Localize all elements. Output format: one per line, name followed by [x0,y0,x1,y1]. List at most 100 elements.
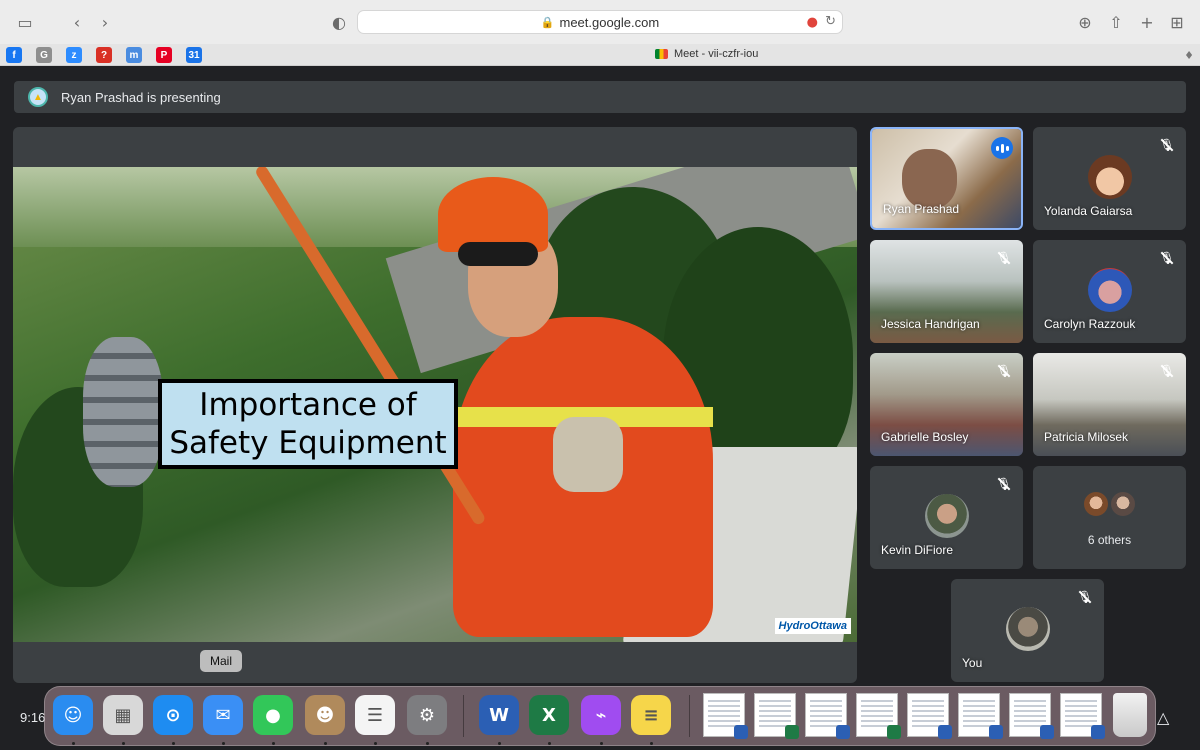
participant-name: Yolanda Gaiarsa [1044,204,1133,218]
mic-off-icon: 🎙 [996,364,1012,378]
slide-insulator [83,337,163,487]
messages-icon[interactable]: ● [253,695,293,735]
document-thumbnail[interactable] [856,693,901,739]
reminders-icon[interactable]: ☰ [355,695,395,735]
shapes-icon[interactable]: △ [1157,708,1169,727]
finder-icon[interactable]: ☺ [53,695,93,735]
notes-icon[interactable]: ≡ [631,695,671,735]
participant-tile-yolanda[interactable]: 🎙 Yolanda Gaiarsa [1033,127,1186,230]
participant-tile-others[interactable]: 6 others [1033,466,1186,569]
presenting-banner: ▲ Ryan Prashad is presenting [14,81,1186,113]
participant-avatar [924,494,969,538]
participant-avatar [1005,607,1050,651]
running-indicator [498,742,501,745]
participant-tile-you[interactable]: 🎙 You [951,579,1104,682]
running-indicator [548,742,551,745]
active-tab[interactable]: Meet - vii-czfr-iou [655,48,758,60]
running-indicator [650,742,653,745]
bookmark-red-icon[interactable]: ? [96,47,112,63]
favorites-bar: f Gz? m P 31 Meet - vii-czfr-iou ♦ [0,44,1200,66]
participant-avatar [1087,155,1132,199]
privacy-shield-icon[interactable]: ◐ [328,12,350,32]
document-thumbnail[interactable] [958,693,1003,739]
presenting-text: Ryan Prashad is presenting [61,89,221,105]
participant-tile-kevin[interactable]: 🎙 Kevin DiFiore [870,466,1023,569]
presentation-stage[interactable]: Importance of Safety Equipment HydroOtta… [13,127,857,683]
mic-off-icon: 🎙 [1159,138,1175,152]
system-preferences-icon[interactable]: ⚙ [407,695,447,735]
participant-tile-patricia[interactable]: 🎙 Patricia Milosek [1033,353,1186,456]
meet-call: ▲ Ryan Prashad is presenting Importance … [0,67,1200,750]
pinterest-icon[interactable]: P [156,47,172,63]
google-icon[interactable]: G [36,47,52,63]
participant-tile-gabrielle[interactable]: 🎙 Gabrielle Bosley [870,353,1023,456]
lock-icon: 🔒 [540,16,555,29]
downloads-icon[interactable]: ⊕ [1074,12,1096,32]
meet-logo-icon [655,49,668,59]
running-indicator [172,742,175,745]
dock: ☺ ▦ ⊙ ✉ ● ☻ ☰ ⚙ W X ⌁ ≡ [44,686,1156,746]
running-indicator [122,742,125,745]
running-indicator [272,742,275,745]
new-tab-icon[interactable]: + [1136,12,1158,32]
participant-tile-ryan[interactable]: Ryan Prashad [870,127,1023,230]
launchpad-icon[interactable]: ▦ [103,695,143,735]
mail-icon[interactable]: ✉ [203,695,243,735]
calendar-icon[interactable]: 31 [186,47,202,63]
running-indicator [222,742,225,745]
running-indicator [324,742,327,745]
sidebar-icon[interactable]: ▭ [14,12,36,32]
participant-avatar [1087,268,1132,312]
tab-overview-icon[interactable]: ⊞ [1166,12,1188,32]
browser-toolbar: ▭ ‹ › ◐ 🔒 meet.google.com ● ↻ ⊕ ⇧ + ⊞ [0,0,1200,44]
dictation-icon[interactable]: ♦ [1178,45,1200,65]
participant-name: Patricia Milosek [1044,430,1129,444]
participant-tile-carolyn[interactable]: 🎙 Carolyn Razzouk [1033,240,1186,343]
running-indicator [72,742,75,745]
forward-icon[interactable]: › [94,12,116,32]
participant-name: Gabrielle Bosley [881,430,969,444]
presenter-avatar: ▲ [28,87,48,107]
document-thumbnail[interactable] [703,693,748,739]
facebook-icon[interactable]: f [6,47,22,63]
mic-off-icon: 🎙 [1159,364,1175,378]
address-bar[interactable]: 🔒 meet.google.com ● ↻ [357,10,843,34]
safari-icon[interactable]: ⊙ [153,695,193,735]
participant-name: Jessica Handrigan [881,317,980,331]
slide-glasses [458,242,538,266]
dock-separator [463,695,464,737]
document-thumbnail[interactable] [754,693,799,739]
zoom-icon[interactable]: z [66,47,82,63]
participant-name: Ryan Prashad [883,202,960,216]
slide-title-line2: Safety Equipment [169,425,447,461]
messenger-icon[interactable]: ⌁ [581,695,621,735]
dock-separator [689,695,690,737]
participant-name: You [962,656,983,670]
microphone-active-icon[interactable]: ● [807,15,818,30]
reload-icon[interactable]: ↻ [825,14,836,29]
gmail-icon[interactable]: m [126,47,142,63]
running-indicator [426,742,429,745]
slide-glove [553,417,623,492]
share-icon[interactable]: ⇧ [1105,12,1127,32]
url-text: meet.google.com [559,14,660,30]
document-thumbnail[interactable] [907,693,952,739]
clock: 9:16 [20,710,46,725]
document-thumbnail[interactable] [805,693,850,739]
participant-tile-jessica[interactable]: 🎙 Jessica Handrigan [870,240,1023,343]
contacts-icon[interactable]: ☻ [305,695,345,735]
participant-avatar [1082,490,1110,518]
slide-title-line1: Importance of [199,387,417,423]
document-thumbnail[interactable] [1009,693,1054,739]
trash-icon[interactable] [1113,693,1147,737]
mic-off-icon: 🎙 [1077,590,1093,604]
document-thumbnail[interactable] [1060,693,1105,739]
mic-off-icon: 🎙 [996,477,1012,491]
others-count: 6 others [1087,533,1132,547]
running-indicator [600,742,603,745]
excel-icon[interactable]: X [529,695,569,735]
participant-face [902,149,957,209]
word-icon[interactable]: W [479,695,519,735]
back-icon[interactable]: ‹ [66,12,88,32]
slide-title-box: Importance of Safety Equipment [158,379,458,469]
